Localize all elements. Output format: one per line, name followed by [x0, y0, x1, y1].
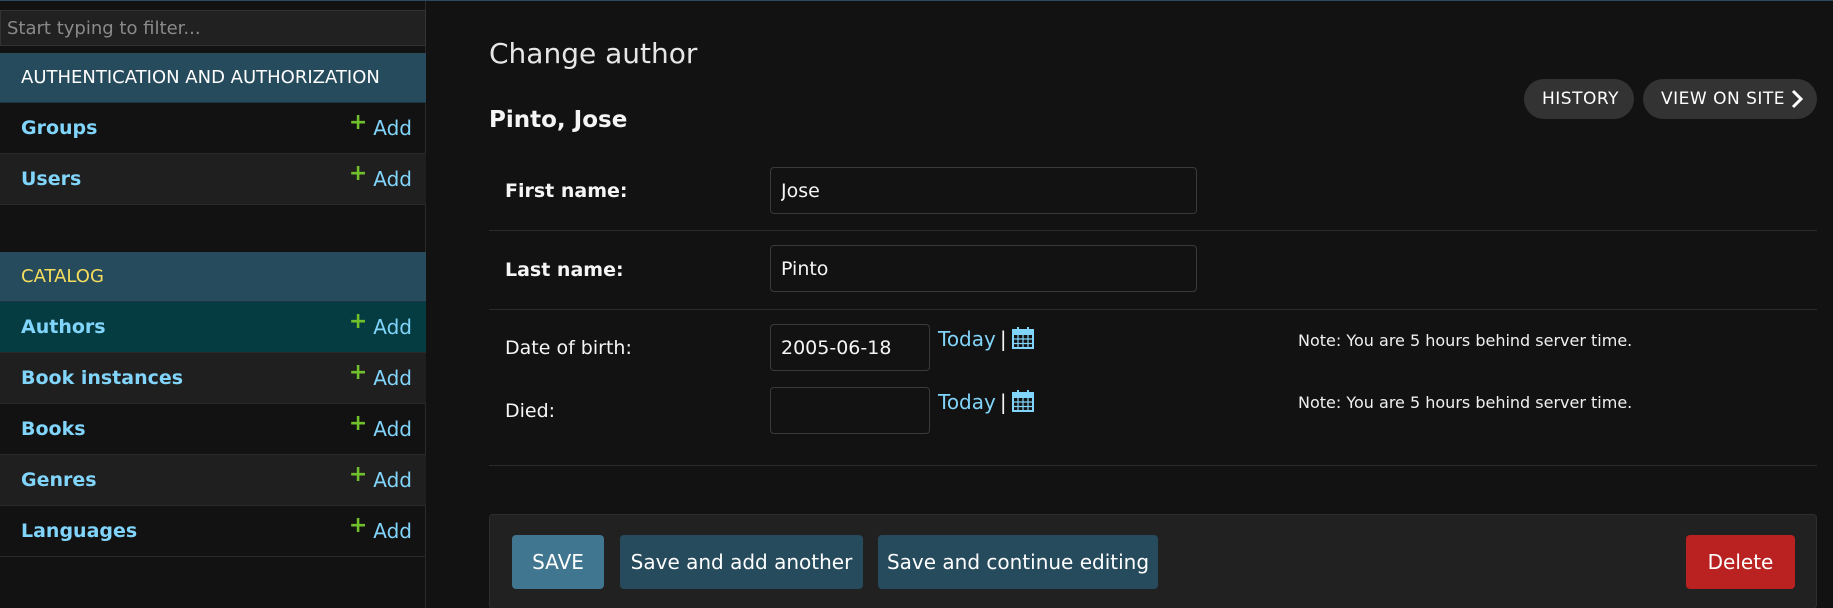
died-input[interactable]: [770, 387, 930, 434]
sidebar-item-groups-link[interactable]: Groups: [21, 103, 97, 154]
form-row-first-name: First name:: [489, 153, 1817, 231]
add-authors-link[interactable]: + Add: [349, 302, 412, 353]
sidebar-item-authors-link[interactable]: Authors: [21, 302, 106, 353]
died-label: Died:: [505, 400, 556, 422]
today-link[interactable]: Today: [938, 327, 996, 351]
separator: |: [999, 390, 1007, 414]
sidebar-item-genres-link[interactable]: Genres: [21, 455, 97, 506]
date-of-birth-label: Date of birth:: [505, 337, 632, 359]
chevron-right-icon: [1791, 79, 1804, 134]
sidebar-item-books-link[interactable]: Books: [21, 404, 86, 455]
view-on-site-label: VIEW ON SITE: [1661, 89, 1786, 109]
add-label: Add: [373, 315, 412, 339]
sidebar-item-users-link[interactable]: Users: [21, 154, 81, 205]
add-label: Add: [373, 519, 412, 543]
add-label: Add: [373, 167, 412, 191]
sidebar-item-languages: Languages + Add: [0, 506, 426, 557]
save-button[interactable]: SAVE: [512, 535, 604, 589]
sidebar-nav: AUTHENTICATION AND AUTHORIZATION Groups …: [0, 1, 426, 608]
plus-icon: +: [348, 110, 368, 135]
page-title: Change author: [489, 37, 698, 70]
save-and-continue-button[interactable]: Save and continue editing: [878, 535, 1158, 589]
plus-icon: +: [348, 513, 368, 538]
timezone-warning: Note: You are 5 hours behind server time…: [1298, 331, 1633, 350]
sidebar-item-book-instances: Book instances + Add: [0, 353, 426, 404]
sidebar-item-books: Books + Add: [0, 404, 426, 455]
form-row-dates: Date of birth: Today| Note: You are 5 ho…: [489, 310, 1817, 466]
submit-row: SAVE Save and add another Save and conti…: [489, 514, 1817, 608]
add-users-link[interactable]: + Add: [349, 154, 412, 205]
add-label: Add: [373, 116, 412, 140]
add-label: Add: [373, 417, 412, 441]
date-of-birth-shortcuts: Today |: [938, 326, 1035, 355]
last-name-label: Last name:: [505, 259, 624, 281]
plus-icon: +: [348, 360, 368, 385]
form-row-last-name: Last name:: [489, 231, 1817, 310]
view-on-site-button[interactable]: VIEW ON SITE: [1643, 79, 1817, 119]
calendar-icon[interactable]: [1011, 389, 1035, 418]
first-name-label: First name:: [505, 180, 628, 202]
sidebar-item-groups: Groups + Add: [0, 103, 426, 154]
history-button[interactable]: HISTORY: [1524, 79, 1634, 119]
date-of-birth-input[interactable]: [770, 324, 930, 371]
first-name-input[interactable]: [770, 167, 1197, 214]
save-and-add-another-button[interactable]: Save and add another: [620, 535, 863, 589]
module-caption-auth[interactable]: AUTHENTICATION AND AUTHORIZATION: [0, 53, 426, 103]
sidebar-item-authors: Authors + Add: [0, 302, 426, 353]
separator: |: [999, 327, 1007, 351]
module-caption-catalog[interactable]: CATALOG: [0, 252, 426, 302]
add-label: Add: [373, 366, 412, 390]
delete-button[interactable]: Delete: [1686, 535, 1795, 589]
timezone-warning: Note: You are 5 hours behind server time…: [1298, 393, 1633, 412]
today-link[interactable]: Today: [938, 390, 996, 414]
plus-icon: +: [348, 462, 368, 487]
plus-icon: +: [348, 309, 368, 334]
sidebar-item-languages-link[interactable]: Languages: [21, 506, 137, 557]
add-label: Add: [373, 468, 412, 492]
object-name: Pinto, Jose: [489, 107, 628, 133]
plus-icon: +: [348, 161, 368, 186]
nav-filter-input[interactable]: [0, 10, 426, 46]
add-books-link[interactable]: + Add: [349, 404, 412, 455]
died-shortcuts: Today |: [938, 389, 1035, 418]
add-book-instances-link[interactable]: + Add: [349, 353, 412, 404]
sidebar-item-book-instances-link[interactable]: Book instances: [21, 353, 183, 404]
calendar-icon[interactable]: [1011, 326, 1035, 355]
add-languages-link[interactable]: + Add: [349, 506, 412, 557]
add-groups-link[interactable]: + Add: [349, 103, 412, 154]
sidebar-item-genres: Genres + Add: [0, 455, 426, 506]
plus-icon: +: [348, 411, 368, 436]
add-genres-link[interactable]: + Add: [349, 455, 412, 506]
last-name-input[interactable]: [770, 245, 1197, 292]
sidebar-item-users: Users + Add: [0, 154, 426, 205]
